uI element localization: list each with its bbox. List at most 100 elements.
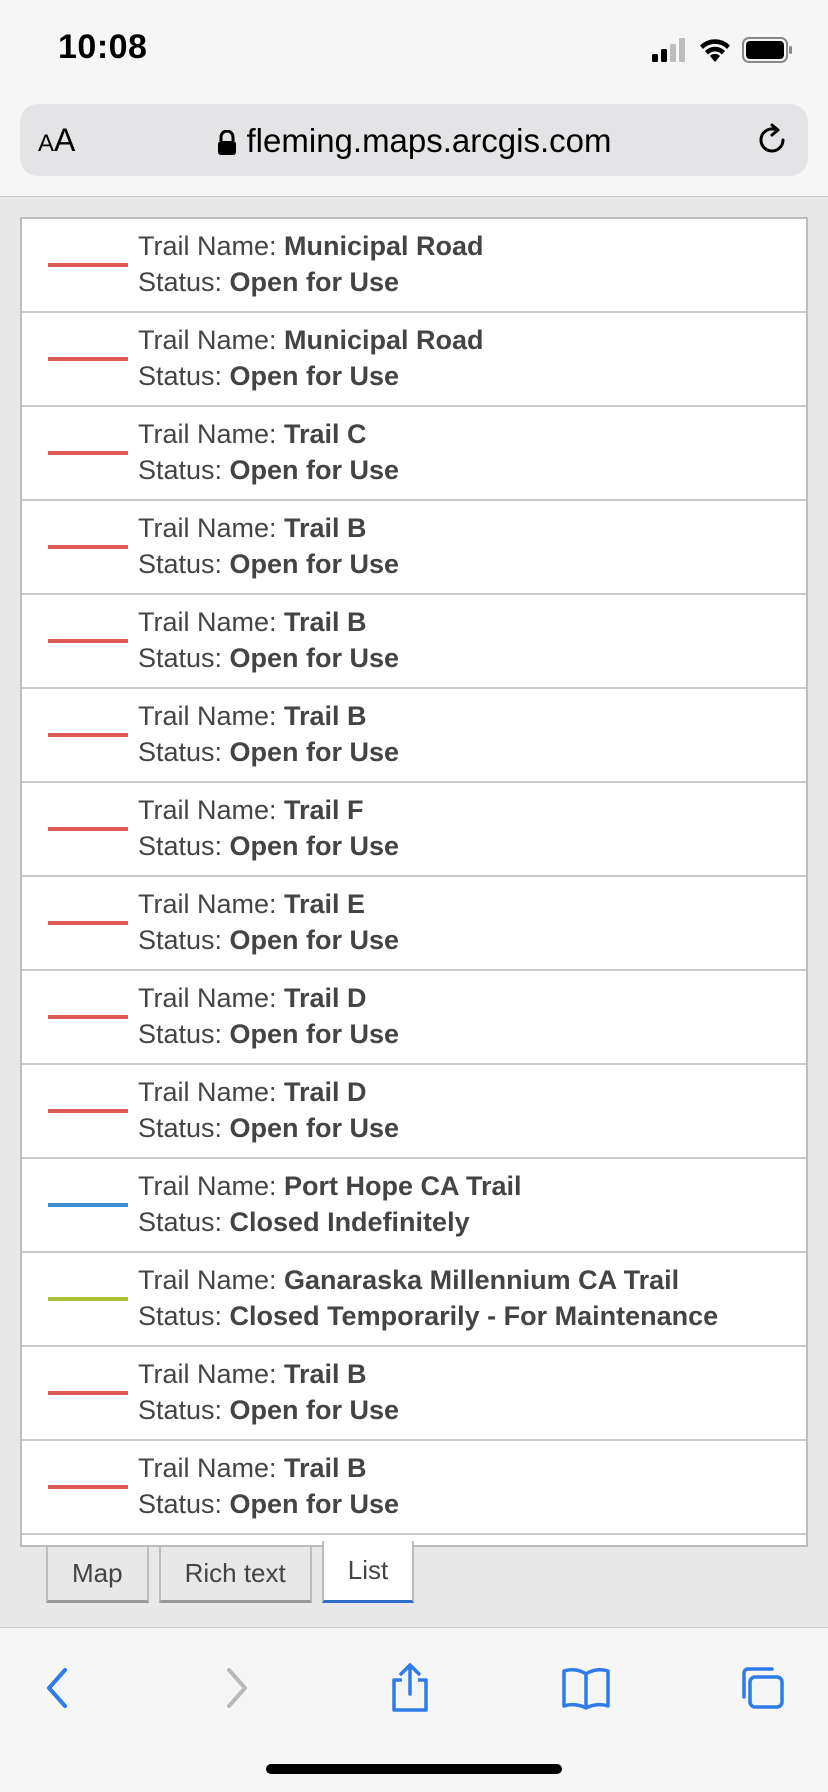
widget-tabs: Map Rich text List — [46, 1541, 415, 1603]
list-item[interactable]: Trail Name: Trail B Status: Open for Use — [22, 1441, 806, 1535]
trail-name-line: Trail Name: Ganaraska Millennium CA Trai… — [138, 1265, 679, 1296]
trail-status-value: Closed Indefinitely — [229, 1207, 470, 1237]
list-item[interactable]: Trail Name: Trail D Status: Open for Use — [22, 971, 806, 1065]
trail-name-value: Trail C — [284, 419, 367, 449]
trail-name-label: Trail Name: — [138, 889, 285, 919]
trail-status-value: Open for Use — [229, 361, 400, 391]
trail-status-value: Open for Use — [229, 549, 400, 579]
trail-name-label: Trail Name: — [138, 701, 285, 731]
tab-rich-text[interactable]: Rich text — [158, 1545, 312, 1603]
trail-symbol — [48, 1297, 128, 1301]
url-display[interactable]: fleming.maps.arcgis.com — [20, 122, 808, 160]
list-item[interactable]: Trail Name: Trail E Status: Open for Use — [22, 877, 806, 971]
share-button[interactable] — [380, 1658, 440, 1718]
reload-icon[interactable] — [752, 120, 792, 160]
trail-name-line: Trail Name: Trail B — [138, 513, 367, 544]
list-item[interactable]: Trail Name: Port Hope CA Trail Status: Cl… — [22, 1159, 806, 1253]
trail-name-label: Trail Name: — [138, 607, 285, 637]
trail-status-label: Status: — [138, 925, 230, 955]
trail-name-value: Trail B — [284, 1359, 367, 1389]
status-icons — [652, 36, 794, 64]
trail-name-value: Municipal Road — [284, 231, 484, 261]
trail-name-line: Trail Name: Trail B — [138, 1453, 367, 1484]
trail-name-label: Trail Name: — [138, 1265, 285, 1295]
trail-name-line: Trail Name: Trail B — [138, 701, 367, 732]
list-item[interactable]: Trail Name: Trail B Status: Open for Use — [22, 595, 806, 689]
trail-list[interactable]: Trail Name: Municipal Road Status: Open f… — [20, 217, 808, 1547]
trail-name-label: Trail Name: — [138, 231, 285, 261]
trail-status-value: Open for Use — [229, 1019, 400, 1049]
trail-name-line: Trail Name: Trail E — [138, 889, 365, 920]
trail-status-label: Status: — [138, 1019, 230, 1049]
trail-status-line: Status: Open for Use — [138, 643, 399, 674]
trail-status-value: Open for Use — [229, 1113, 400, 1143]
list-item[interactable]: Trail Name: Trail F Status: Open for Use — [22, 783, 806, 877]
trail-symbol — [48, 1015, 128, 1019]
trail-name-line: Trail Name: Trail F — [138, 795, 364, 826]
trail-name-line: Trail Name: Trail D — [138, 1077, 367, 1108]
list-item[interactable]: Trail Name: Municipal Road Status: Open f… — [22, 219, 806, 313]
trail-name-label: Trail Name: — [138, 1359, 285, 1389]
trail-status-label: Status: — [138, 831, 230, 861]
trail-status-label: Status: — [138, 1301, 230, 1331]
trail-symbol — [48, 921, 128, 925]
trail-name-label: Trail Name: — [138, 1171, 285, 1201]
trail-status-value: Open for Use — [229, 831, 400, 861]
trail-status-label: Status: — [138, 1207, 230, 1237]
trail-name-line: Trail Name: Trail D — [138, 983, 367, 1014]
trail-symbol — [48, 827, 128, 831]
trail-name-label: Trail Name: — [138, 983, 285, 1013]
list-item[interactable]: Trail Name: Trail B Status: Open for Use — [22, 689, 806, 783]
bookmarks-icon — [562, 1668, 610, 1710]
trail-name-value: Trail B — [284, 513, 367, 543]
trail-status-line: Status: Open for Use — [138, 831, 399, 862]
trail-name-label: Trail Name: — [138, 325, 285, 355]
back-button[interactable] — [28, 1658, 88, 1718]
trail-status-line: Status: Open for Use — [138, 1489, 399, 1520]
trail-status-line: Status: Open for Use — [138, 1113, 399, 1144]
tab-map[interactable]: Map — [46, 1545, 149, 1603]
address-bar[interactable]: AA fleming.maps.arcgis.com — [20, 104, 808, 176]
trail-symbol — [48, 1485, 128, 1489]
list-item[interactable]: Trail Name: Trail D Status: Open for Use — [22, 1065, 806, 1159]
trail-name-value: Trail D — [284, 983, 367, 1013]
trail-status-line: Status: Open for Use — [138, 267, 399, 298]
bookmarks-button[interactable] — [556, 1658, 616, 1718]
trail-status-line: Status: Open for Use — [138, 737, 399, 768]
trail-status-value: Open for Use — [229, 643, 400, 673]
list-item[interactable]: Trail Name: Ganaraska Millennium CA Trai… — [22, 1253, 806, 1347]
home-indicator — [266, 1764, 562, 1774]
trail-symbol — [48, 639, 128, 643]
trail-name-line: Trail Name: Municipal Road — [138, 325, 484, 356]
trail-status-value: Open for Use — [229, 925, 400, 955]
trail-name-value: Trail B — [284, 607, 367, 637]
trail-status-value: Open for Use — [229, 1395, 400, 1425]
trail-name-value: Trail B — [284, 1453, 367, 1483]
list-item[interactable]: Trail Name: Municipal Road Status: Open f… — [22, 313, 806, 407]
list-item[interactable]: Trail Name: Trail B Status: Open for Use — [22, 501, 806, 595]
trail-symbol — [48, 263, 128, 267]
trail-symbol — [48, 357, 128, 361]
trail-status-label: Status: — [138, 1113, 230, 1143]
trail-status-line: Status: Closed Indefinitely — [138, 1207, 470, 1238]
tabs-button[interactable] — [732, 1658, 792, 1718]
trail-name-value: Trail F — [284, 795, 364, 825]
status-bar: 10:08 — [0, 0, 828, 96]
forward-button[interactable] — [206, 1658, 266, 1718]
page-content: Trail Name: Municipal Road Status: Open f… — [0, 197, 828, 1627]
trail-name-value: Trail E — [284, 889, 366, 919]
trail-status-value: Open for Use — [229, 737, 400, 767]
trail-status-value: Open for Use — [229, 1489, 400, 1519]
trail-status-line: Status: Open for Use — [138, 361, 399, 392]
tab-list[interactable]: List — [321, 1541, 415, 1603]
forward-icon — [227, 1668, 247, 1708]
trail-symbol — [48, 733, 128, 737]
list-item[interactable]: Trail Name: Trail C Status: Open for Use — [22, 407, 806, 501]
trail-status-line: Status: Open for Use — [138, 549, 399, 580]
trail-name-label: Trail Name: — [138, 1453, 285, 1483]
trail-name-label: Trail Name: — [138, 419, 285, 449]
status-time: 10:08 — [58, 28, 148, 66]
list-item[interactable]: Trail Name: Trail B Status: Open for Use — [22, 1347, 806, 1441]
tabs-icon — [742, 1667, 784, 1709]
wifi-icon — [700, 39, 730, 62]
